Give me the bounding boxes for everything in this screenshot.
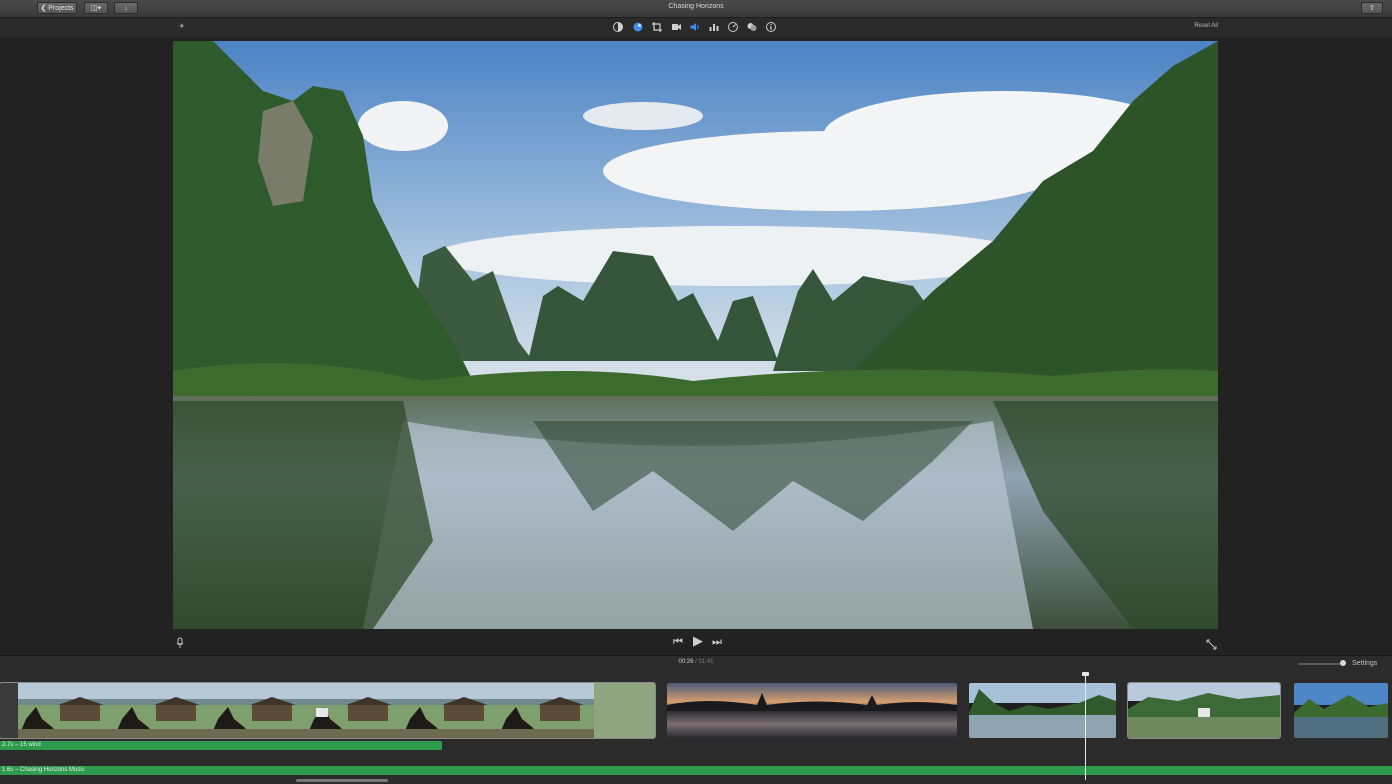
- color-balance-icon[interactable]: [612, 21, 624, 33]
- stabilization-icon[interactable]: [670, 21, 682, 33]
- crop-icon[interactable]: [651, 21, 663, 33]
- speed-icon[interactable]: [727, 21, 739, 33]
- timecode-display: 00:26 / 01:41: [640, 659, 752, 665]
- timecode-separator: /: [695, 659, 697, 665]
- timeline-scrollbar[interactable]: [296, 779, 388, 782]
- volume-icon[interactable]: [689, 21, 701, 33]
- playhead[interactable]: [1085, 674, 1086, 780]
- library-icon: ◫▾: [90, 5, 102, 12]
- timeline-clip[interactable]: [0, 682, 656, 739]
- background-music-label: 1.6s – Chasing Horizons Music: [2, 767, 85, 773]
- magic-wand-icon[interactable]: ✦: [178, 21, 188, 31]
- clip-filter-icon[interactable]: [746, 21, 758, 33]
- skip-forward-icon[interactable]: ⏭: [711, 636, 723, 648]
- timecode-current: 00:26: [678, 659, 694, 665]
- timeline-settings-button[interactable]: Settings: [1352, 660, 1377, 667]
- import-button[interactable]: ↓: [114, 2, 138, 14]
- noise-reduction-icon[interactable]: [708, 21, 720, 33]
- video-viewer[interactable]: [173, 41, 1218, 629]
- share-icon: ⇧: [1369, 5, 1375, 12]
- projects-button[interactable]: ❮ Projects: [37, 2, 77, 14]
- video-frame: [173, 41, 1218, 629]
- library-view-button[interactable]: ◫▾: [84, 2, 108, 14]
- microphone-icon[interactable]: [175, 636, 185, 648]
- chevron-left-icon: ❮: [40, 5, 47, 12]
- reset-all-button[interactable]: Reset All: [1172, 23, 1218, 29]
- window-title: Chasing Horizons: [668, 3, 724, 10]
- timeline-clip[interactable]: [1127, 682, 1281, 739]
- timeline-zoom-knob[interactable]: [1340, 660, 1346, 666]
- transition-icon[interactable]: [1198, 708, 1210, 717]
- play-icon[interactable]: ▶: [691, 634, 705, 647]
- timecode-total: 01:41: [698, 659, 714, 665]
- clip-thumbnails: [1294, 683, 1388, 738]
- info-icon[interactable]: [765, 21, 777, 33]
- transition-icon[interactable]: [316, 708, 328, 717]
- timeline-clip[interactable]: [969, 683, 1116, 738]
- clip-audio-label: 2.7s – 15 wind: [2, 742, 41, 748]
- clip-audio-track[interactable]: [0, 741, 442, 750]
- timeline-zoom-slider[interactable]: [1298, 663, 1344, 665]
- skip-back-icon[interactable]: ⏮: [672, 636, 684, 648]
- background-music-track[interactable]: [0, 766, 1392, 775]
- clip-thumbnails: [667, 683, 957, 738]
- share-button[interactable]: ⇧: [1361, 2, 1383, 14]
- fullscreen-icon[interactable]: [1206, 637, 1217, 650]
- import-arrow-icon: ↓: [124, 5, 128, 12]
- projects-button-label: Projects: [48, 5, 74, 12]
- clip-thumbnails: [969, 683, 1116, 738]
- color-correction-icon[interactable]: [632, 21, 644, 33]
- timeline-clip[interactable]: [667, 683, 957, 738]
- timeline-clip[interactable]: [1294, 683, 1388, 738]
